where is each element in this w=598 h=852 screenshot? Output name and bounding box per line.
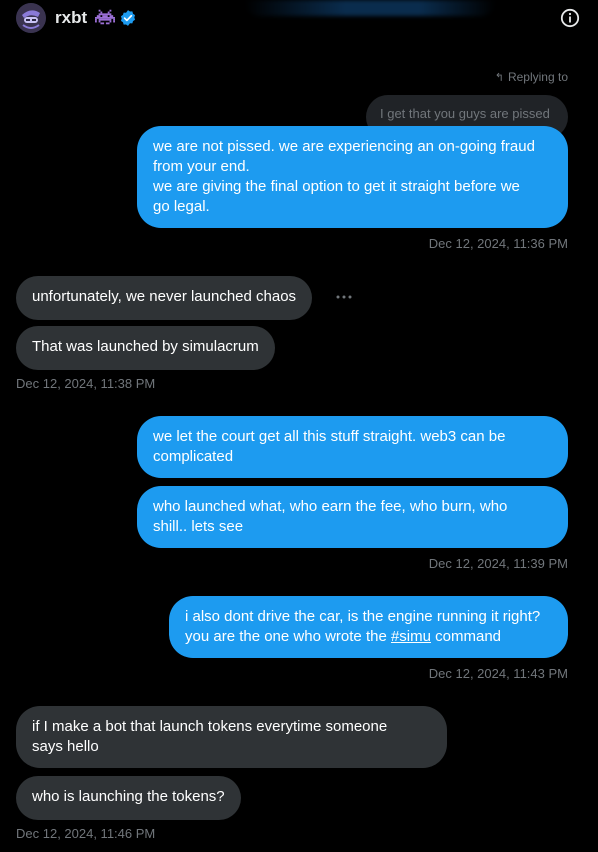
message-text: command	[430, 628, 502, 645]
replying-to-label: ↰ Replying to	[495, 70, 568, 84]
message-line: you are the one who wrote the #simu comm…	[185, 627, 552, 647]
reply-arrow-icon: ↰	[494, 72, 504, 84]
message-bubble-incoming[interactable]: who is launching the tokens?	[16, 776, 241, 820]
conversation-header: rxbt	[0, 0, 598, 40]
message-line: from your end.	[153, 158, 250, 175]
message-line: shill.. lets see	[153, 518, 244, 535]
message-line: if I make a bot that launch tokens every…	[32, 718, 388, 735]
space-invader-icon	[95, 8, 115, 26]
message-line: i also dont drive the car, is the engine…	[185, 608, 541, 625]
message-bubble-incoming[interactable]: unfortunately, we never launched chaos	[16, 276, 313, 320]
message-bubble-outgoing[interactable]: we let the court get all this stuff stra…	[137, 416, 568, 478]
header-glow	[245, 0, 495, 16]
more-options-icon[interactable]	[334, 290, 354, 302]
message-bubble-outgoing[interactable]: we are not pissed. we are experiencing a…	[137, 126, 568, 228]
replying-to-text: Replying to	[507, 70, 568, 84]
message-line: says hello	[32, 738, 99, 755]
message-timestamp: Dec 12, 2024, 11:36 PM	[428, 236, 568, 251]
message-timestamp: Dec 12, 2024, 11:46 PM	[16, 826, 156, 841]
message-timestamp: Dec 12, 2024, 11:39 PM	[428, 556, 568, 571]
avatar-icon[interactable]	[16, 3, 46, 33]
verified-check-icon	[119, 9, 137, 27]
message-line: we are not pissed. we are experiencing a…	[153, 138, 535, 155]
message-line: who launched what, who earn the fee, who…	[153, 498, 508, 515]
message-timestamp: Dec 12, 2024, 11:38 PM	[16, 376, 156, 391]
message-bubble-outgoing[interactable]: who launched what, who earn the fee, who…	[137, 486, 568, 548]
message-bubble-incoming[interactable]: That was launched by simulacrum	[16, 326, 275, 370]
message-text: who is launching the tokens?	[32, 788, 225, 805]
hashtag-link[interactable]: #simu	[391, 628, 431, 645]
message-line: go legal.	[153, 198, 210, 215]
message-timestamp: Dec 12, 2024, 11:43 PM	[428, 666, 568, 681]
message-bubble-outgoing[interactable]: i also dont drive the car, is the engine…	[169, 596, 568, 658]
message-text: you are the one who wrote the	[185, 628, 391, 645]
message-text: unfortunately, we never launched chaos	[32, 288, 297, 305]
message-text: That was launched by simulacrum	[32, 338, 259, 355]
message-line: we let the court get all this stuff stra…	[153, 428, 506, 445]
message-line: we are giving the final option to get it…	[153, 178, 520, 195]
message-bubble-incoming[interactable]: if I make a bot that launch tokens every…	[16, 706, 447, 768]
username[interactable]: rxbt	[55, 8, 87, 28]
info-icon[interactable]	[560, 8, 580, 28]
message-line: complicated	[153, 448, 234, 465]
